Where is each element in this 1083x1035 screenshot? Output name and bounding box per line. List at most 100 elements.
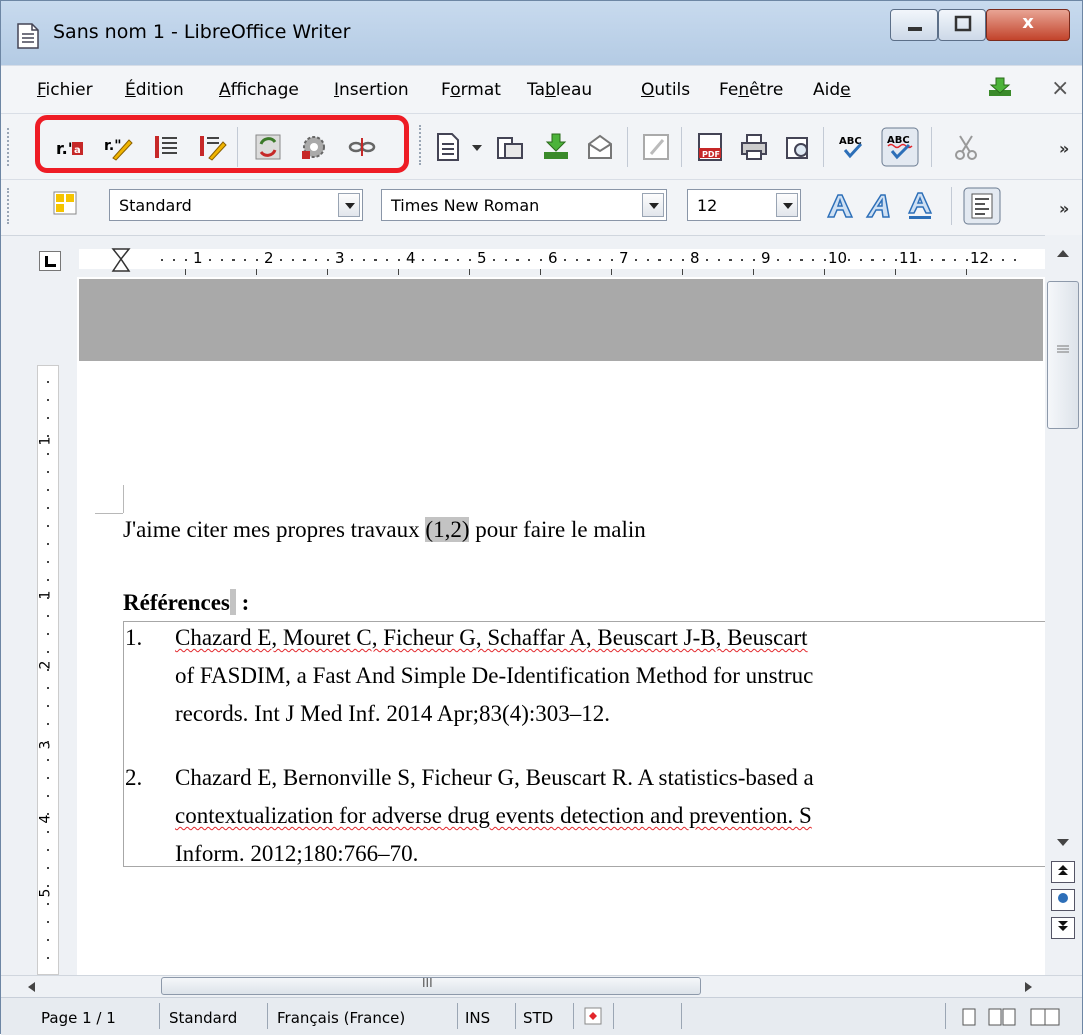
menu-fenetre[interactable]: Fenêtre: [719, 80, 783, 100]
font-size-select[interactable]: 12: [687, 189, 801, 221]
font-bold-outline-icon[interactable]: [825, 191, 855, 221]
menu-edition[interactable]: Édition: [125, 80, 184, 100]
font-name-select[interactable]: Times New Roman: [381, 189, 667, 221]
menu-aide[interactable]: Aide: [813, 80, 851, 100]
navigator-button[interactable]: [1051, 889, 1075, 911]
ref-text: contextualization for adverse drug event…: [175, 803, 812, 828]
view-layout-icons[interactable]: [959, 1007, 1069, 1027]
vertical-ruler-dot: [47, 471, 49, 473]
title-bar[interactable]: Sans nom 1 - LibreOffice Writer x: [1, 1, 1082, 65]
body-paragraph[interactable]: J'aime citer mes propres travaux (1,2) p…: [123, 517, 646, 543]
close-window-button[interactable]: x: [986, 9, 1070, 41]
vertical-ruler-number: 1: [37, 436, 54, 446]
toolbar-grip[interactable]: [7, 188, 11, 224]
save-icon[interactable]: [541, 132, 571, 162]
print-preview-icon[interactable]: [783, 132, 813, 162]
close-document-button[interactable]: ×: [1051, 76, 1069, 101]
scroll-right-icon[interactable]: [1023, 980, 1035, 994]
scroll-up-icon[interactable]: [1055, 247, 1071, 259]
ruler-dot: [492, 259, 495, 261]
ruler-tab-mark[interactable]: [966, 269, 967, 275]
ruler-tab-mark[interactable]: [611, 269, 612, 275]
menu-tableau[interactable]: Tableau: [527, 80, 592, 100]
font-underline-outline-icon[interactable]: [905, 191, 935, 221]
ruler-tab-mark[interactable]: [540, 269, 541, 275]
toolbar-grip-2[interactable]: [419, 125, 423, 165]
ruler-tab-mark[interactable]: [895, 269, 896, 275]
ruler-dot: [811, 259, 814, 261]
ruler-tab-mark[interactable]: [753, 269, 754, 275]
autospellcheck-icon[interactable]: ABC: [881, 127, 919, 167]
email-icon[interactable]: [585, 132, 615, 162]
update-download-icon[interactable]: [987, 76, 1013, 98]
status-separator: [457, 1003, 458, 1029]
ruler-tab-mark[interactable]: [185, 269, 186, 275]
chevron-down-icon[interactable]: [642, 193, 664, 217]
ruler-tab-mark[interactable]: [256, 269, 257, 275]
svg-text:PDF: PDF: [702, 150, 720, 159]
ruler-dot: [930, 259, 933, 261]
ruler-dot: [800, 259, 803, 261]
chevron-down-icon[interactable]: [338, 193, 360, 217]
vertical-scroll-thumb[interactable]: [1047, 281, 1079, 429]
ruler-dot: [232, 259, 235, 261]
horizontal-scroll-thumb[interactable]: III: [161, 976, 701, 995]
spellcheck-icon[interactable]: ABC: [837, 132, 867, 162]
ruler-tab-mark[interactable]: [398, 269, 399, 275]
maximize-button[interactable]: [938, 9, 986, 41]
ref-text: Inform. 2012;180:766–70.: [175, 841, 419, 866]
new-dropdown-icon[interactable]: [469, 132, 485, 162]
document-modified-icon[interactable]: [583, 1006, 603, 1026]
citation-field[interactable]: (1,2): [425, 517, 470, 542]
previous-page-button[interactable]: [1051, 861, 1075, 883]
ruler-tab-mark[interactable]: [824, 269, 825, 275]
menu-outils[interactable]: Outils: [641, 80, 690, 100]
print-icon[interactable]: [739, 132, 769, 162]
indent-marker-icon[interactable]: [111, 247, 131, 273]
menu-affichage[interactable]: Affichage: [219, 80, 299, 100]
edit-mode-icon[interactable]: [641, 132, 671, 162]
status-separator: [515, 1003, 516, 1029]
references-heading[interactable]: Références :: [123, 589, 249, 616]
vertical-ruler-dot: [47, 939, 49, 941]
styles-icon[interactable]: [51, 189, 79, 217]
vertical-ruler-dot: [47, 903, 49, 905]
more-toolbar-button[interactable]: »: [1059, 139, 1069, 158]
align-left-icon[interactable]: [963, 187, 1001, 225]
libreoffice-window: Sans nom 1 - LibreOffice Writer x Fichie…: [0, 0, 1083, 1035]
bibliography-section[interactable]: [123, 621, 1045, 867]
menu-insertion[interactable]: Insertion: [334, 80, 409, 100]
insert-mode-indicator[interactable]: INS: [465, 1009, 490, 1027]
language-indicator[interactable]: Français (France): [277, 1009, 405, 1027]
ruler-dot: [208, 259, 211, 261]
page-style-indicator[interactable]: Standard: [169, 1009, 237, 1027]
ruler-dot: [989, 259, 992, 261]
tab-stop-selector[interactable]: [39, 251, 61, 271]
next-page-button[interactable]: [1051, 917, 1075, 939]
open-icon[interactable]: [495, 132, 525, 162]
export-pdf-icon[interactable]: PDF: [695, 132, 725, 162]
paragraph-style-select[interactable]: Standard: [109, 189, 363, 221]
scroll-left-icon[interactable]: [25, 980, 37, 994]
minimize-button[interactable]: [890, 9, 938, 41]
font-italic-outline-icon[interactable]: [865, 191, 895, 221]
menu-format[interactable]: Format: [441, 80, 501, 100]
new-document-icon[interactable]: [433, 132, 463, 162]
ruler-dot: [185, 259, 188, 261]
ruler-dot: [327, 259, 330, 261]
page-indicator[interactable]: Page 1 / 1: [41, 1009, 116, 1027]
scroll-down-icon[interactable]: [1055, 837, 1071, 849]
selection-mode-indicator[interactable]: STD: [523, 1009, 553, 1027]
ref1-line2: of FASDIM, a Fast And Simple De-Identifi…: [175, 663, 813, 689]
ruler-number: 1: [193, 249, 203, 267]
ruler-tab-mark[interactable]: [327, 269, 328, 275]
chevron-down-icon[interactable]: [776, 193, 798, 217]
ruler-tab-mark[interactable]: [469, 269, 470, 275]
ruler-dot: [385, 259, 388, 261]
more-formatting-button[interactable]: »: [1059, 199, 1069, 218]
toolbar-grip[interactable]: [7, 128, 11, 166]
menu-fichier[interactable]: Fichier: [37, 80, 93, 100]
ref1-number: 1.: [125, 625, 143, 650]
ruler-tab-mark[interactable]: [682, 269, 683, 275]
cut-icon[interactable]: [951, 132, 981, 162]
